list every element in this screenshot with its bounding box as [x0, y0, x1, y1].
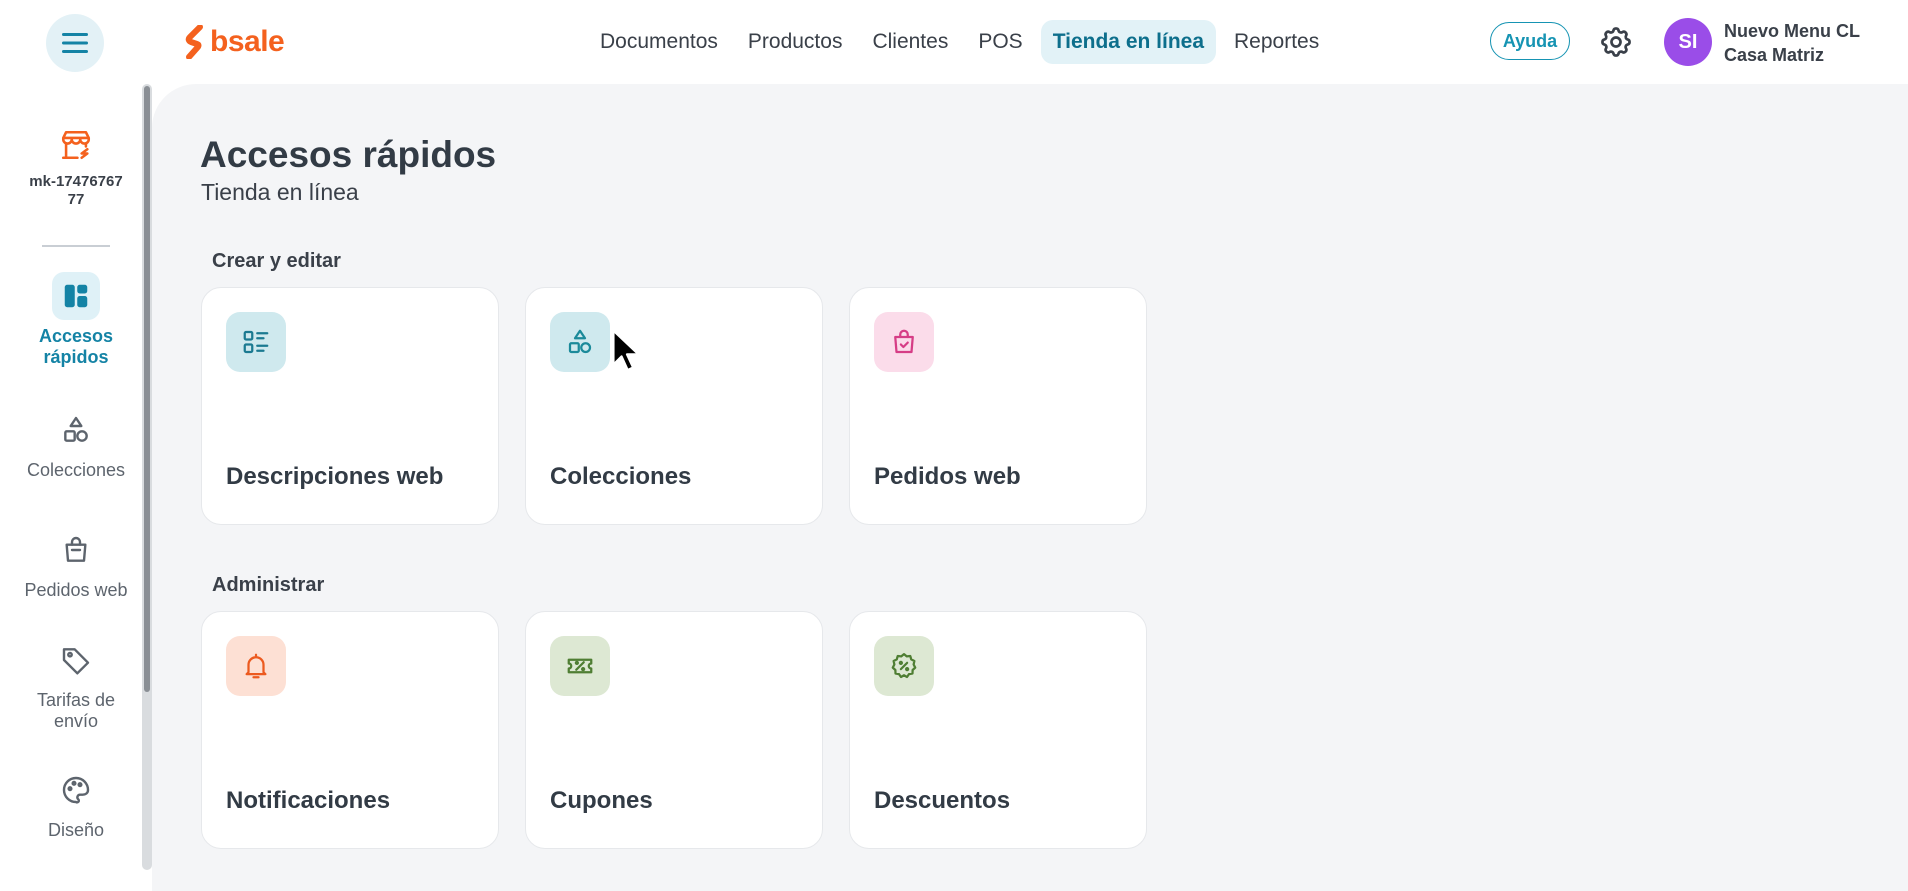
store-selector[interactable]: mk-1747676777 [0, 128, 152, 209]
list-details-icon [226, 312, 286, 372]
card-cupones[interactable]: Cupones [525, 611, 823, 849]
shopping-bag-check-icon [874, 312, 934, 372]
shopping-bag-icon [52, 526, 100, 574]
card-pedidos-web[interactable]: Pedidos web [849, 287, 1147, 525]
store-icon [61, 130, 91, 160]
card-colecciones[interactable]: Colecciones [525, 287, 823, 525]
discount-badge-icon [874, 636, 934, 696]
card-label: Colecciones [550, 463, 692, 490]
top-bar: bsale Documentos Productos Clientes POS … [0, 0, 1908, 84]
sidebar-item-label: Tarifas de envío [36, 690, 116, 731]
card-label: Descripciones web [226, 463, 444, 490]
sidebar-item-label: Accesos rápidos [38, 326, 114, 367]
sidebar-item-pedidos-web[interactable]: Pedidos web [0, 526, 152, 601]
gear-icon[interactable] [1598, 24, 1634, 60]
bell-icon [226, 636, 286, 696]
shapes-icon [550, 312, 610, 372]
card-descripciones-web[interactable]: Descripciones web [201, 287, 499, 525]
nav-clientes[interactable]: Clientes [860, 20, 960, 64]
nav-documentos[interactable]: Documentos [588, 20, 730, 64]
sidebar: mk-1747676777 Accesos rápidos Coleccione… [0, 84, 152, 891]
shapes-icon [52, 406, 100, 454]
avatar[interactable]: SI [1664, 18, 1712, 66]
sidebar-scrollbar-thumb[interactable] [144, 86, 150, 692]
card-label: Cupones [550, 787, 653, 814]
user-branch: Casa Matriz [1724, 45, 1825, 65]
palette-icon [52, 766, 100, 814]
store-name: mk-1747676777 [29, 173, 123, 208]
sidebar-item-label: Colecciones [26, 460, 126, 480]
bsale-logo[interactable]: bsale [184, 22, 285, 62]
sidebar-item-tarifas-de-envio[interactable]: Tarifas de envío [0, 636, 152, 732]
ticket-icon [550, 636, 610, 696]
card-label: Descuentos [874, 787, 1011, 814]
card-descuentos[interactable]: Descuentos [849, 611, 1147, 849]
brand-name: bsale [210, 25, 285, 58]
section-title-administrar: Administrar [212, 574, 325, 596]
bsale-logo-mark-icon [185, 25, 203, 59]
hamburger-icon [62, 33, 88, 53]
nav-reportes[interactable]: Reportes [1222, 20, 1331, 64]
user-menu[interactable]: Nuevo Menu CL Casa Matriz [1724, 19, 1860, 67]
tag-icon [52, 636, 100, 684]
card-label: Notificaciones [226, 787, 391, 814]
page-title: Accesos rápidos [200, 134, 497, 175]
sidebar-item-label: Diseño [47, 820, 105, 840]
sidebar-item-diseno[interactable]: Diseño [0, 766, 152, 841]
page-subtitle: Tienda en línea [201, 179, 359, 205]
dashboard-icon [52, 272, 100, 320]
sidebar-divider [42, 245, 110, 247]
sidebar-item-colecciones[interactable]: Colecciones [0, 406, 152, 481]
menu-button[interactable] [46, 14, 104, 72]
main-nav: Documentos Productos Clientes POS Tienda… [588, 18, 1331, 66]
nav-pos[interactable]: POS [966, 20, 1034, 64]
user-name: Nuevo Menu CL [1724, 21, 1861, 41]
card-notificaciones[interactable]: Notificaciones [201, 611, 499, 849]
nav-productos[interactable]: Productos [736, 20, 855, 64]
section-title-crear-y-editar: Crear y editar [212, 250, 341, 272]
main-content: Accesos rápidos Tienda en línea Crear y … [152, 84, 1908, 891]
card-label: Pedidos web [874, 463, 1021, 490]
help-button[interactable]: Ayuda [1490, 22, 1570, 60]
sidebar-item-accesos-rapidos[interactable]: Accesos rápidos [0, 272, 152, 368]
nav-tienda-en-linea[interactable]: Tienda en línea [1040, 20, 1217, 64]
sidebar-item-label: Pedidos web [24, 580, 128, 600]
